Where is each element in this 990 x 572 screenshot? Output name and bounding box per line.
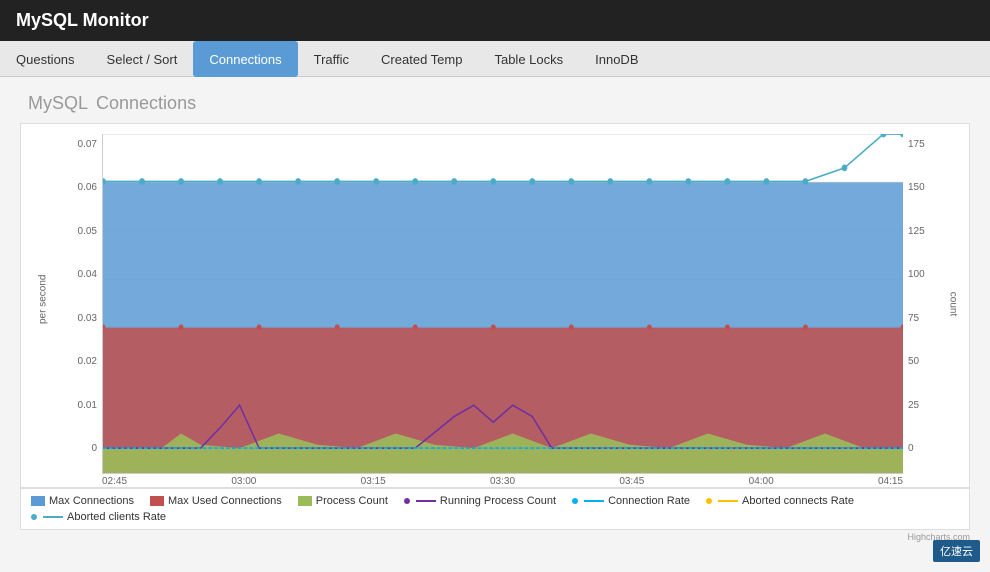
y-right-tick: 50 (908, 356, 919, 367)
y-left-tick: 0.07 (78, 139, 97, 150)
nav-item-traffic[interactable]: Traffic (298, 41, 365, 77)
y-right-tick: 0 (908, 443, 914, 454)
y-right-tick: 25 (908, 400, 919, 411)
y-axis-right-label-container: count (943, 134, 959, 474)
highcharts-credit: Highcharts.com (0, 532, 970, 542)
nav-item-table-locks[interactable]: Table Locks (478, 41, 579, 77)
page-title-main: MySQL (28, 93, 88, 113)
legend-row-1: Max Connections Max Used Connections Proce… (31, 495, 854, 507)
y-axis-left: 0.07 0.06 0.05 0.04 0.03 0.02 0.01 0 (47, 134, 102, 474)
legend-item: Aborted clients Rate (31, 511, 166, 523)
y-left-tick: 0.05 (78, 226, 97, 237)
y-right-tick: 100 (908, 269, 925, 280)
legend-label: Max Connections (49, 495, 134, 507)
legend-item: Process Count (298, 495, 388, 507)
y-left-tick: 0.04 (78, 269, 97, 280)
y-axis-right: 175 150 125 100 75 50 25 0 (903, 134, 943, 474)
app-title: MySQL Monitor (16, 10, 149, 30)
y-left-tick: 0 (91, 443, 97, 454)
y-left-tick: 0.02 (78, 356, 97, 367)
chart-legend: Max Connections Max Used Connections Proce… (20, 488, 970, 530)
nav-item-created-temp[interactable]: Created Temp (365, 41, 478, 77)
legend-label: Aborted connects Rate (742, 495, 854, 507)
nav-item-innodb[interactable]: InnoDB (579, 41, 654, 77)
y-right-tick: 75 (908, 313, 919, 324)
legend-label: Connection Rate (608, 495, 690, 507)
app-header: MySQL Monitor (0, 0, 990, 41)
y-left-tick: 0.06 (78, 182, 97, 193)
legend-item: Max Connections (31, 495, 134, 507)
watermark: 亿速云 (933, 540, 980, 562)
legend-item: Aborted connects Rate (706, 495, 854, 507)
navigation: QuestionsSelect / SortConnectionsTraffic… (0, 41, 990, 77)
y-axis-left-label: per second (38, 284, 49, 324)
y-right-tick: 125 (908, 226, 925, 237)
y-axis-right-label: count (947, 292, 958, 316)
chart-wrap: per second 0.07 0.06 0.05 0.04 0.03 0.02 0.01 0 (31, 134, 959, 474)
legend-row-2: Aborted clients Rate (31, 511, 166, 523)
x-axis-labels: 02:45 03:00 03:15 03:30 03:45 04:00 04:1… (102, 474, 903, 487)
nav-item-connections[interactable]: Connections (193, 41, 297, 77)
chart-container: per second 0.07 0.06 0.05 0.04 0.03 0.02 0.01 0 (20, 123, 970, 488)
y-right-tick: 150 (908, 182, 925, 193)
chart-svg (103, 134, 903, 473)
nav-item-select--sort[interactable]: Select / Sort (91, 41, 194, 77)
y-left-tick: 0.01 (78, 400, 97, 411)
page-title: MySQL Connections (0, 77, 990, 123)
nav-item-questions[interactable]: Questions (0, 41, 91, 77)
legend-item: Running Process Count (404, 495, 556, 507)
y-right-tick: 175 (908, 139, 925, 150)
legend-item: Max Used Connections (150, 495, 282, 507)
legend-label: Process Count (316, 495, 388, 507)
page-subtitle: Connections (96, 93, 196, 113)
legend-item: Connection Rate (572, 495, 690, 507)
legend-label: Max Used Connections (168, 495, 282, 507)
y-left-tick: 0.03 (78, 313, 97, 324)
y-axis-left-label-container: per second (31, 134, 47, 474)
legend-label: Aborted clients Rate (67, 511, 166, 523)
legend-label: Running Process Count (440, 495, 556, 507)
chart-area (102, 134, 903, 474)
